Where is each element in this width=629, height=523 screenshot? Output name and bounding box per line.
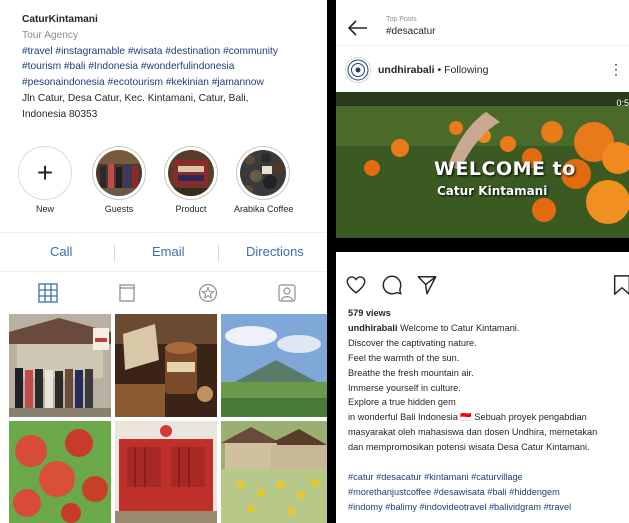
email-button[interactable]: Email — [152, 244, 185, 259]
caption-hashtags[interactable]: #morethanjustcoffee #desawisata #bali #h… — [348, 485, 629, 500]
caption-line: Feel the warmth of the sun. — [348, 352, 460, 363]
call-button[interactable]: Call — [50, 244, 72, 259]
grid-icon — [38, 283, 58, 303]
guides-icon — [198, 283, 218, 303]
tab-guides[interactable] — [195, 280, 221, 306]
story-highlights: + New Guests Product Arabika Coffee — [16, 146, 306, 220]
view-count[interactable]: 579 views — [348, 306, 629, 321]
plus-icon: + — [36, 157, 54, 188]
highlight-guests[interactable]: Guests — [90, 146, 148, 214]
hashtag-title: #desacatur — [386, 26, 436, 37]
divider — [218, 244, 219, 262]
divider — [114, 244, 115, 262]
more-options-icon[interactable]: ⋮ — [609, 62, 623, 76]
profile-actions: Call Email Directions — [0, 232, 327, 272]
post-video[interactable]: 0:5 WELCOME to Catur Kintamani — [336, 92, 629, 252]
profile-address[interactable]: Indonesia 80353 — [22, 107, 322, 123]
caption-line: in wonderful Bali Indonesia 🇮🇩 Sebuah pr… — [348, 412, 587, 423]
highlight-thumbnail — [96, 150, 142, 196]
caption-line: masyarakat oleh mahasiswa dan dosen Undh… — [348, 427, 598, 438]
top-bar: Top Posts #desacatur — [336, 10, 629, 46]
highlight-label: Guests — [104, 204, 134, 214]
video-timestamp: 0:5 — [616, 98, 629, 108]
panel-divider — [327, 0, 336, 523]
grid-post-thumbnail[interactable] — [115, 314, 217, 417]
highlight-label: Arabika Coffee — [234, 204, 294, 214]
post-username[interactable]: undhirabali — [378, 64, 435, 76]
bookmark-icon[interactable] — [612, 274, 629, 296]
highlight-thumbnail — [168, 150, 214, 196]
profile-bio: CaturKintamani Tour Agency #travel #inst… — [22, 12, 322, 123]
bio-hashtags[interactable]: #travel #instagramable #wisata #destinat… — [22, 44, 322, 60]
grid-post-thumbnail[interactable] — [221, 421, 327, 523]
separator-dot: • — [437, 64, 442, 76]
top-posts-label: Top Posts — [386, 16, 417, 23]
highlight-thumbnail — [240, 150, 286, 196]
post-panel: Top Posts #desacatur undhirabali • Follo… — [336, 0, 629, 523]
profile-address[interactable]: Jln Catur, Desa Catur, Kec. Kintamani, C… — [22, 91, 322, 107]
post-action-bar — [336, 270, 629, 300]
profile-panel: CaturKintamani Tour Agency #travel #inst… — [0, 0, 327, 523]
bio-hashtags[interactable]: #pesonaindonesia #ecotourism #kekinian #… — [22, 75, 322, 91]
grid-post-thumbnail[interactable] — [115, 421, 217, 523]
grid-post-thumbnail[interactable] — [9, 314, 111, 417]
share-icon[interactable] — [416, 274, 438, 296]
video-overlay-title: WELCOME to — [434, 158, 576, 180]
comment-icon[interactable] — [381, 274, 403, 296]
caption-hashtags[interactable]: #indomy #balimy #indovideotravel #balivi… — [348, 500, 629, 515]
post-header: undhirabali • Following ⋮ — [336, 52, 629, 90]
caption-hashtags[interactable]: #catur #desacatur #kintamani #caturvilla… — [348, 470, 629, 485]
avatar[interactable] — [345, 57, 371, 83]
post-grid — [9, 314, 327, 523]
highlight-label: Product — [175, 204, 207, 214]
profile-tabs — [0, 276, 327, 310]
caption-username[interactable]: undhirabali — [348, 323, 398, 333]
highlight-arabika-coffee[interactable]: Arabika Coffee — [234, 146, 294, 214]
post-username-line: undhirabali • Following — [378, 64, 488, 76]
heart-icon[interactable] — [345, 274, 367, 296]
profile-name: CaturKintamani — [22, 14, 98, 25]
caption-line: Explore a true hidden gem — [348, 397, 456, 408]
tab-igtv[interactable] — [114, 280, 140, 306]
grid-post-thumbnail[interactable] — [221, 314, 327, 417]
igtv-icon — [119, 284, 135, 302]
caption-line: Discover the captivating nature. — [348, 337, 477, 348]
tab-grid[interactable] — [35, 280, 61, 306]
caption-line: dan mempromosikan potensi wisata Desa Ca… — [348, 442, 590, 453]
caption-line: Breathe the fresh mountain air. — [348, 367, 474, 378]
bio-hashtags[interactable]: #tourism #bali #Indonesia #wonderfulindo… — [22, 59, 322, 75]
follow-status[interactable]: Following — [444, 64, 488, 76]
highlight-product[interactable]: Product — [162, 146, 220, 214]
directions-button[interactable]: Directions — [246, 244, 304, 259]
video-overlay-subtitle: Catur Kintamani — [437, 184, 548, 198]
highlight-new[interactable]: + New — [16, 146, 74, 214]
tab-tagged[interactable] — [274, 280, 300, 306]
caption-line: Welcome to Catur Kintamani. — [400, 322, 520, 333]
grid-post-thumbnail[interactable] — [9, 421, 111, 523]
profile-category: Tour Agency — [22, 29, 79, 41]
highlight-label: New — [35, 204, 54, 214]
back-arrow-icon[interactable] — [346, 16, 370, 40]
caption-line: Immerse yourself in culture. — [348, 382, 461, 393]
post-caption: 579 views undhirabali Welcome to Catur K… — [348, 306, 629, 515]
tagged-icon — [278, 284, 296, 302]
